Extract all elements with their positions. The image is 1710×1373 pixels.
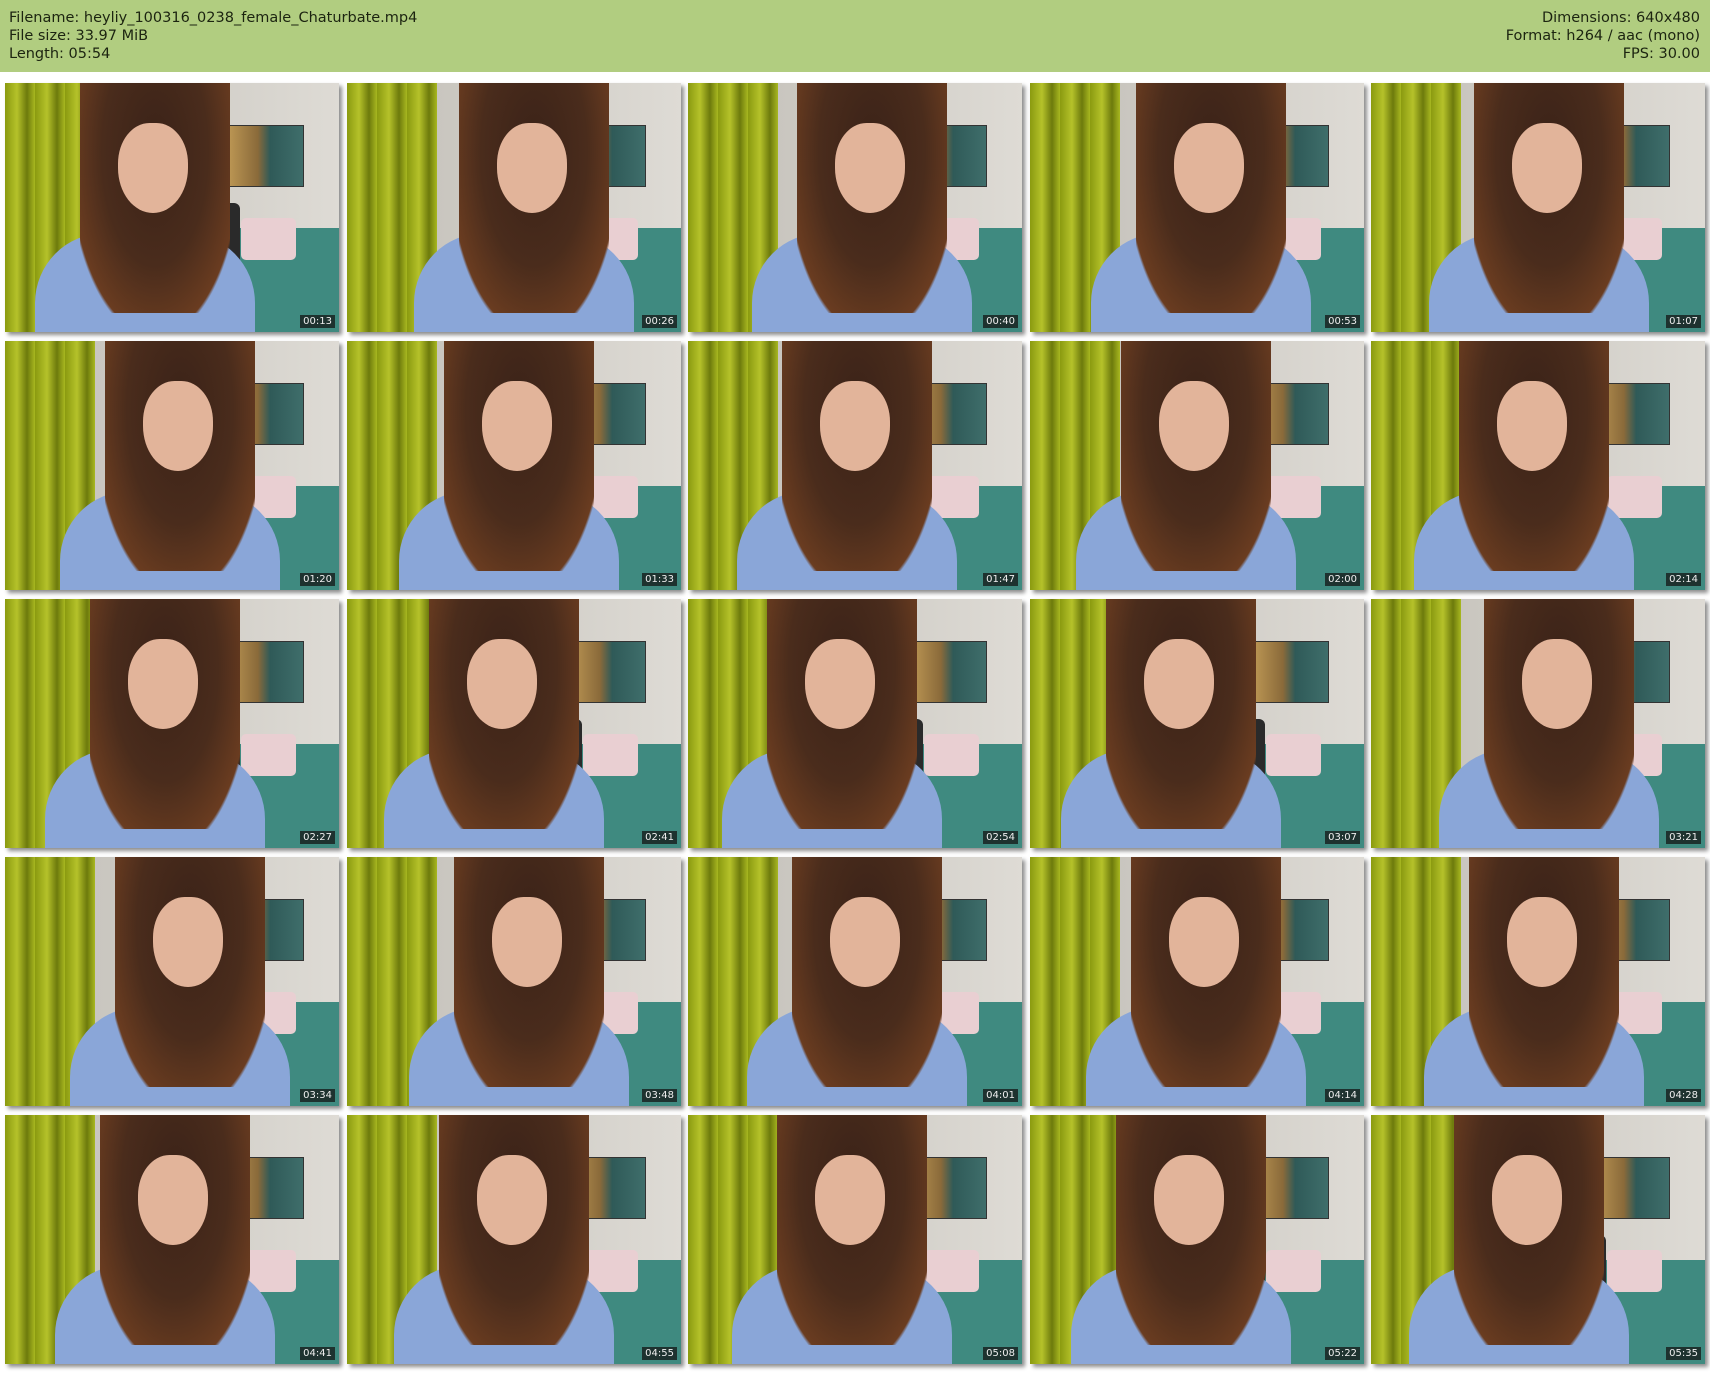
video-thumbnail[interactable]: 03:34 — [5, 857, 339, 1106]
person-face — [1144, 639, 1214, 729]
person-face — [467, 639, 537, 729]
video-thumbnail[interactable]: 01:20 — [5, 341, 339, 590]
file-info-right: Dimensions: 640x480 Format: h264 / aac (… — [1506, 9, 1700, 63]
video-thumbnail[interactable]: 02:41 — [347, 599, 681, 848]
person-face — [153, 897, 223, 987]
pillow — [241, 734, 296, 776]
timestamp: 02:41 — [642, 831, 677, 844]
video-thumbnail[interactable]: 00:53 — [1030, 83, 1364, 332]
video-thumbnail[interactable]: 05:35 — [1371, 1115, 1705, 1364]
timestamp: 04:28 — [1666, 1089, 1701, 1102]
person-face — [830, 897, 900, 987]
timestamp: 00:26 — [642, 315, 677, 328]
video-thumbnail[interactable]: 00:13 — [5, 83, 339, 332]
timestamp: 03:07 — [1325, 831, 1360, 844]
filename-label: Filename: heyliy_100316_0238_female_Chat… — [9, 10, 418, 26]
video-thumbnail[interactable]: 04:41 — [5, 1115, 339, 1364]
pillow — [924, 734, 979, 776]
timestamp: 03:21 — [1666, 831, 1701, 844]
video-thumbnail[interactable]: 01:07 — [1371, 83, 1705, 332]
person-face — [1497, 381, 1567, 471]
filesize-label: File size: 33.97 MiB — [9, 28, 149, 44]
person-face — [1492, 1155, 1562, 1245]
video-thumbnail[interactable]: 04:28 — [1371, 857, 1705, 1106]
timestamp: 01:20 — [300, 573, 335, 586]
timestamp: 04:01 — [983, 1089, 1018, 1102]
video-thumbnail[interactable]: 05:08 — [688, 1115, 1022, 1364]
timestamp: 01:07 — [1666, 315, 1701, 328]
fps-label: FPS: 30.00 — [1622, 46, 1700, 62]
timestamp: 04:14 — [1325, 1089, 1360, 1102]
pillow — [1607, 1250, 1662, 1292]
timestamp: 03:34 — [300, 1089, 335, 1102]
timestamp: 02:00 — [1325, 573, 1360, 586]
person-face — [1169, 897, 1239, 987]
timestamp: 05:08 — [983, 1347, 1018, 1360]
video-thumbnail[interactable]: 01:47 — [688, 341, 1022, 590]
person-face — [1522, 639, 1592, 729]
info-header: Filename: heyliy_100316_0238_female_Chat… — [0, 0, 1710, 72]
video-thumbnail[interactable]: 02:54 — [688, 599, 1022, 848]
person-face — [835, 123, 905, 213]
video-thumbnail[interactable]: 00:40 — [688, 83, 1022, 332]
person-face — [482, 381, 552, 471]
leopard-picture — [1245, 641, 1329, 703]
video-thumbnail[interactable]: 02:14 — [1371, 341, 1705, 590]
timestamp: 01:47 — [983, 573, 1018, 586]
timestamp: 00:40 — [983, 315, 1018, 328]
dimensions-label: Dimensions: 640x480 — [1541, 10, 1700, 26]
person-face — [118, 123, 188, 213]
person-face — [815, 1155, 885, 1245]
person-face — [1507, 897, 1577, 987]
person-face — [128, 639, 198, 729]
person-face — [492, 897, 562, 987]
pillow — [1266, 1250, 1321, 1292]
timestamp: 05:22 — [1325, 1347, 1360, 1360]
leopard-picture — [220, 125, 304, 187]
pillow — [1607, 476, 1662, 518]
timestamp: 04:55 — [642, 1347, 677, 1360]
video-thumbnail[interactable]: 03:21 — [1371, 599, 1705, 848]
video-thumbnail[interactable]: 05:22 — [1030, 1115, 1364, 1364]
timestamp: 02:14 — [1666, 573, 1701, 586]
video-thumbnail[interactable]: 03:48 — [347, 857, 681, 1106]
timestamp: 00:53 — [1325, 315, 1360, 328]
timestamp: 05:35 — [1666, 1347, 1701, 1360]
timestamp: 02:54 — [983, 831, 1018, 844]
pillow — [1266, 734, 1321, 776]
pillow — [241, 218, 296, 260]
person-face — [1154, 1155, 1224, 1245]
person-face — [1174, 123, 1244, 213]
video-thumbnail[interactable]: 02:27 — [5, 599, 339, 848]
timestamp: 01:33 — [642, 573, 677, 586]
person-face — [477, 1155, 547, 1245]
person-face — [805, 639, 875, 729]
timestamp: 04:41 — [300, 1347, 335, 1360]
video-thumbnail[interactable]: 01:33 — [347, 341, 681, 590]
person-face — [820, 381, 890, 471]
video-thumbnail[interactable]: 00:26 — [347, 83, 681, 332]
file-info-left: Filename: heyliy_100316_0238_female_Chat… — [9, 9, 417, 63]
video-thumbnail[interactable]: 03:07 — [1030, 599, 1364, 848]
pillow — [583, 734, 638, 776]
person-face — [138, 1155, 208, 1245]
person-face — [143, 381, 213, 471]
video-thumbnail[interactable]: 04:55 — [347, 1115, 681, 1364]
video-thumbnail[interactable]: 04:14 — [1030, 857, 1364, 1106]
person-face — [1159, 381, 1229, 471]
timestamp: 00:13 — [300, 315, 335, 328]
timestamp: 03:48 — [642, 1089, 677, 1102]
video-thumbnail[interactable]: 04:01 — [688, 857, 1022, 1106]
timestamp: 02:27 — [300, 831, 335, 844]
person-face — [497, 123, 567, 213]
video-thumbnail[interactable]: 02:00 — [1030, 341, 1364, 590]
format-label: Format: h264 / aac (mono) — [1505, 28, 1700, 44]
person-face — [1512, 123, 1582, 213]
length-label: Length: 05:54 — [9, 46, 111, 62]
